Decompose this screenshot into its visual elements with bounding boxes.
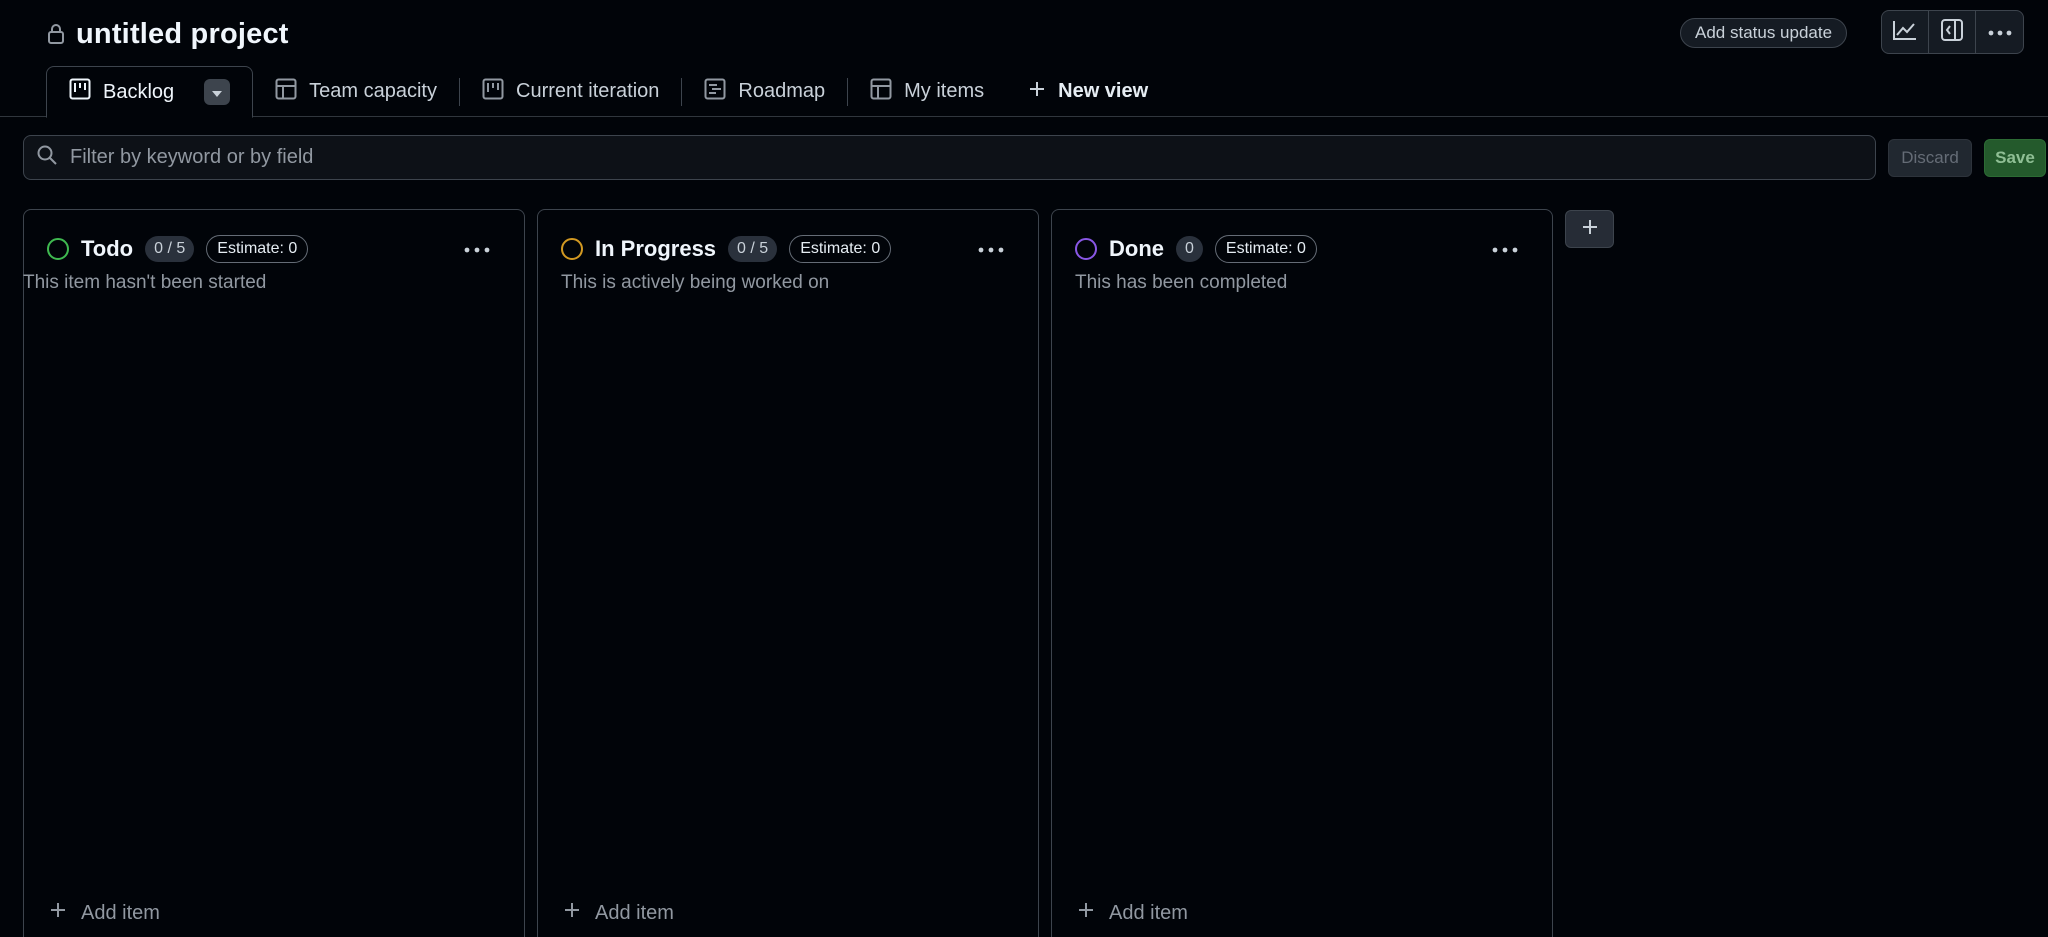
tab-backlog[interactable]: Backlog	[46, 66, 254, 118]
add-item-label: Add item	[1109, 901, 1188, 924]
column-count: 0 / 5	[145, 236, 195, 262]
add-item-label: Add item	[595, 901, 674, 924]
column-menu-button[interactable]	[978, 240, 1004, 253]
lock-icon	[46, 23, 66, 45]
plus-icon	[49, 901, 67, 925]
add-item-button[interactable]: Add item	[49, 899, 160, 927]
status-circle-icon	[1075, 238, 1097, 260]
estimate-badge: Estimate: 0	[1214, 235, 1317, 263]
tab-my-items[interactable]: My items	[848, 66, 1006, 117]
column-description: This is actively being worked on	[561, 272, 830, 293]
more-options-button[interactable]	[1976, 11, 2023, 53]
plus-icon	[563, 901, 581, 925]
board-icon	[482, 78, 504, 106]
column-description: This item hasn't been started	[23, 272, 267, 293]
insights-button[interactable]	[1882, 11, 1929, 53]
column-title: In Progress	[595, 236, 717, 261]
view-options-dropdown[interactable]	[204, 79, 231, 105]
column-menu-button[interactable]	[464, 240, 490, 253]
board-column-in-progress: In Progress 0 / 5 Estimate: 0	[537, 209, 1039, 937]
plus-icon	[1028, 80, 1046, 104]
header-icon-group	[1881, 10, 2024, 54]
filter-bar	[23, 135, 1876, 180]
estimate-badge: Estimate: 0	[789, 235, 892, 263]
column-title: Todo	[81, 236, 134, 261]
discard-button[interactable]: Discard	[1888, 139, 1972, 177]
new-view-label: New view	[1058, 80, 1149, 102]
kebab-horizontal-icon	[1988, 23, 2012, 41]
column-header: Todo 0 / 5 Estimate: 0	[47, 234, 309, 264]
save-button[interactable]: Save	[1984, 139, 2046, 177]
column-title: Done	[1109, 236, 1164, 261]
status-circle-icon	[47, 238, 69, 260]
plus-icon	[1077, 901, 1095, 925]
add-column-button[interactable]	[1565, 210, 1614, 248]
board-icon	[69, 78, 91, 106]
column-count: 0 / 5	[728, 236, 778, 262]
sidebar-expand-icon	[1940, 18, 1964, 47]
table-icon	[275, 78, 297, 106]
board-column-done: Done 0 Estimate: 0	[1051, 209, 1553, 937]
tab-team-capacity[interactable]: Team capacity	[253, 66, 459, 117]
triangle-down-icon	[211, 81, 223, 104]
status-circle-icon	[561, 238, 583, 260]
column-header: Done 0 Estimate: 0	[1075, 234, 1317, 264]
column-header: In Progress 0 / 5 Estimate: 0	[561, 234, 892, 264]
add-item-button[interactable]: Add item	[563, 899, 674, 927]
tab-label: Roadmap	[738, 80, 826, 102]
new-view-button[interactable]: New view	[1006, 66, 1170, 117]
tab-label: My items	[904, 80, 985, 102]
graph-icon	[1892, 19, 1918, 46]
side-panel-button[interactable]	[1929, 11, 1976, 53]
tab-label: Team capacity	[309, 80, 437, 102]
add-status-update-button[interactable]: Add status update	[1680, 18, 1848, 48]
estimate-badge: Estimate: 0	[206, 235, 309, 263]
project-header: untitled project Add status update Backl…	[0, 0, 2048, 118]
app-root: untitled project Add status update Backl…	[0, 0, 2048, 937]
column-menu-button[interactable]	[1492, 240, 1518, 253]
title-row: untitled project	[46, 16, 289, 52]
view-tabs: Backlog Team capacity Current iteration …	[46, 66, 1170, 118]
filter-input[interactable]	[70, 146, 1770, 169]
board-column-todo: Todo 0 / 5 Estimate: 0	[23, 209, 525, 937]
search-icon	[36, 144, 58, 171]
add-item-button[interactable]: Add item	[1077, 899, 1188, 927]
column-description: This has been completed	[1075, 272, 1288, 293]
tab-current-iteration[interactable]: Current iteration	[460, 66, 681, 117]
add-item-label: Add item	[81, 901, 160, 924]
column-count: 0	[1176, 236, 1203, 262]
tab-label: Current iteration	[516, 80, 660, 102]
project-title[interactable]: untitled project	[76, 18, 289, 51]
tab-label: Backlog	[103, 80, 175, 103]
plus-icon	[1581, 218, 1599, 241]
tab-roadmap[interactable]: Roadmap	[682, 66, 847, 117]
roadmap-icon	[704, 78, 726, 106]
table-icon	[870, 78, 892, 106]
